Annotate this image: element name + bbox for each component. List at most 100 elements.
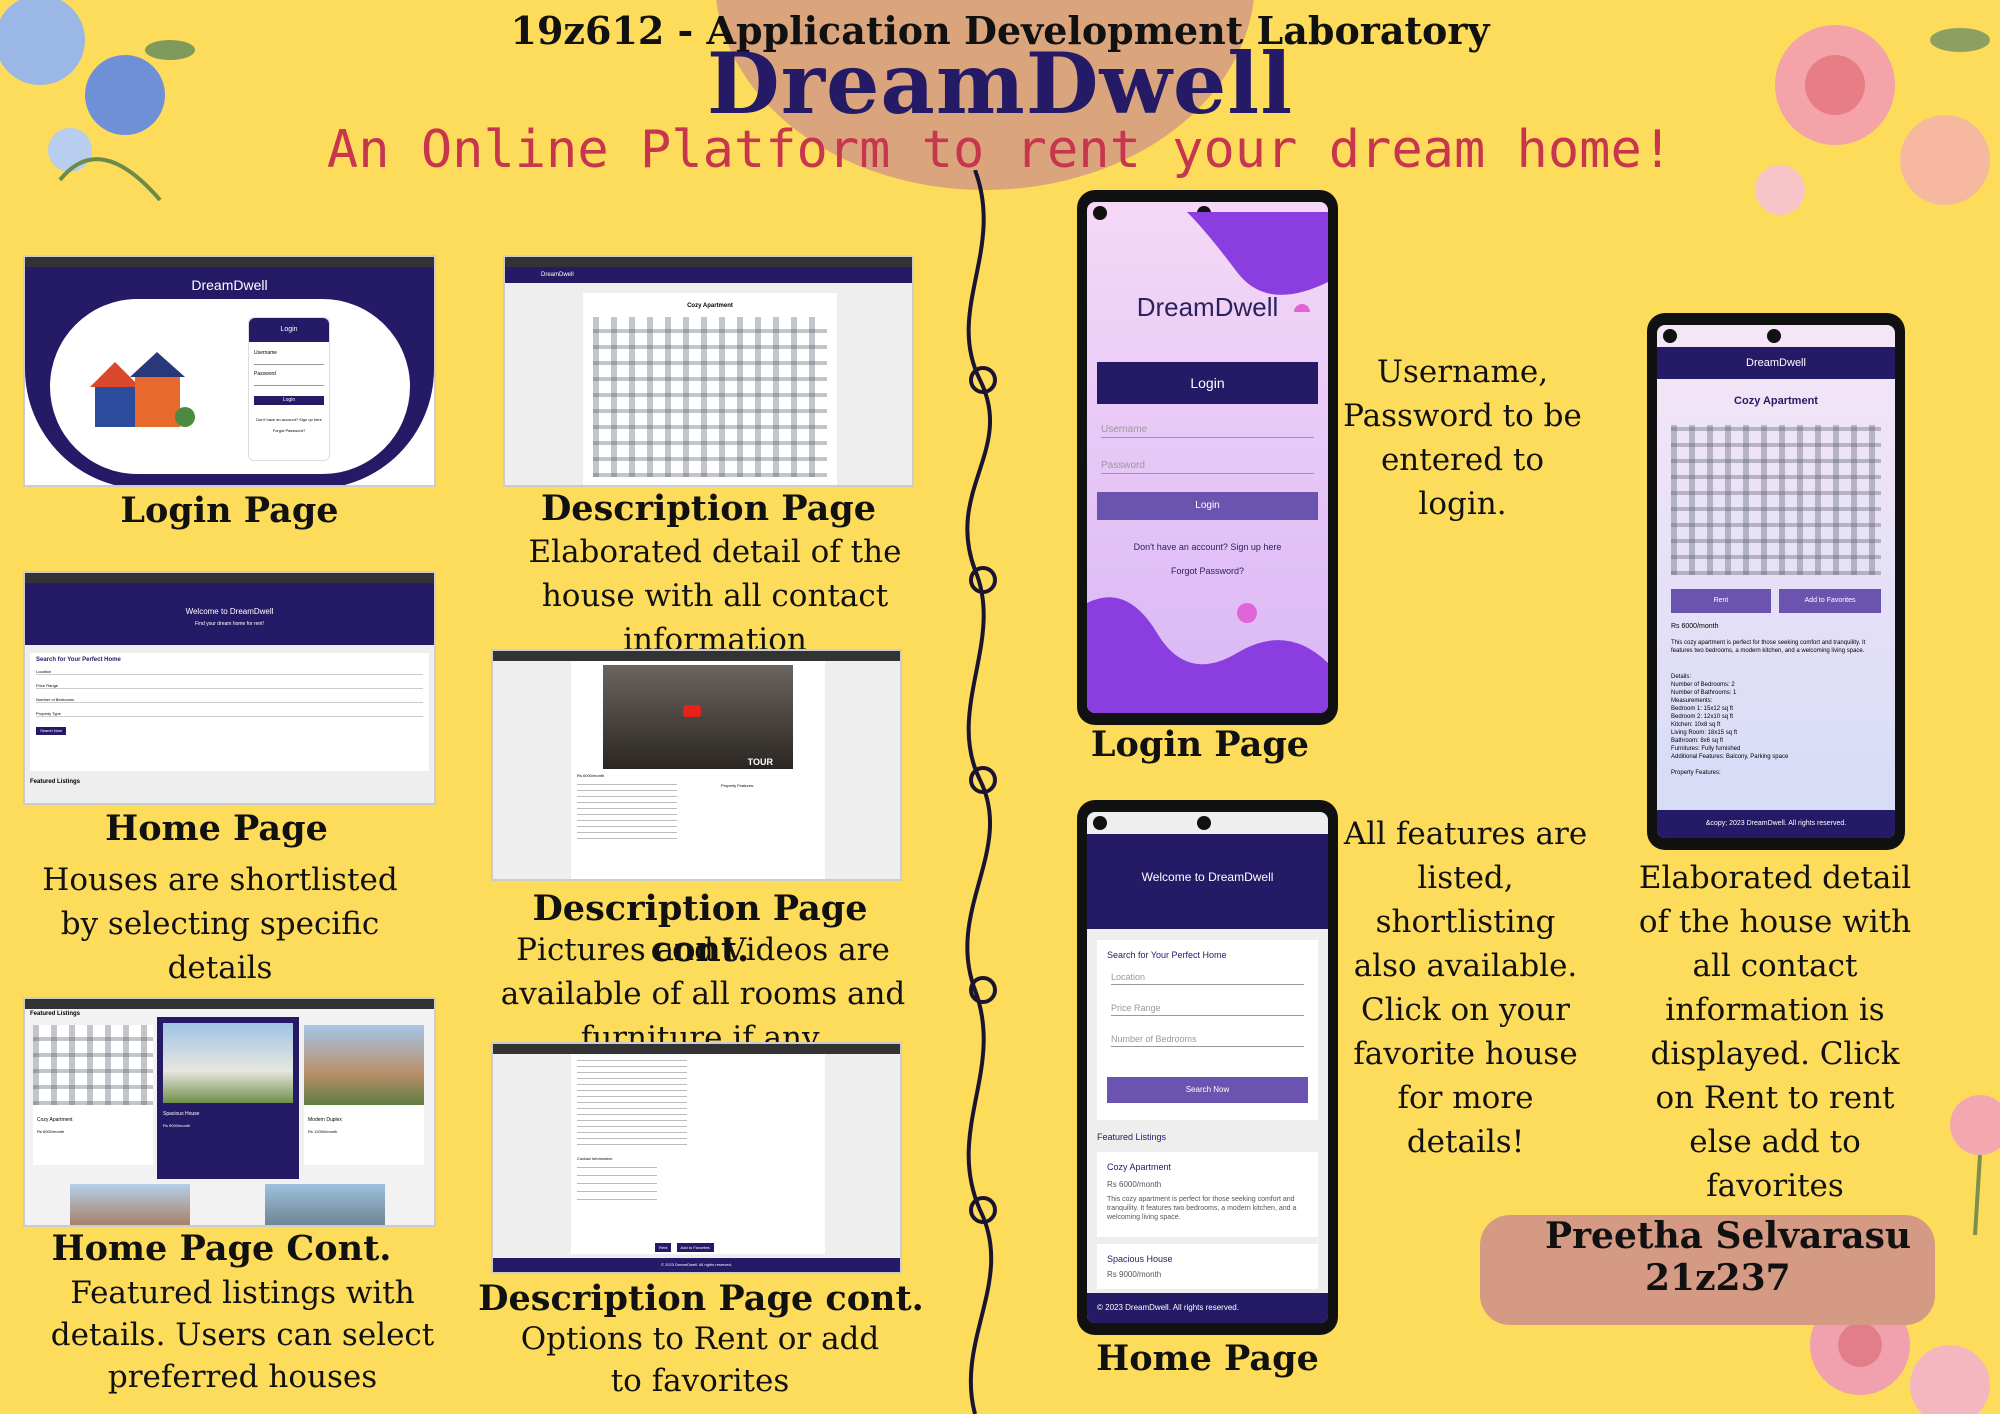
listing-image [33,1025,153,1105]
decor-waves-bottom [1087,597,1328,713]
web-listing-title-3[interactable]: Modern Duplex [308,1117,420,1123]
listing-image [265,1184,385,1225]
web-login-forgot[interactable]: Forgot Password? [249,428,329,433]
detail-line: Furnitures: Fully furnished [1671,746,1741,752]
desc-home-page-cont: Featured listings with details. Users ca… [50,1275,435,1395]
mobile-home-item-1[interactable]: Cozy Apartment Rs 6000/month This cozy a… [1097,1152,1318,1237]
web-home-field-bedrooms[interactable]: Number of Bedrooms [36,697,423,703]
mobile-login-forgot[interactable]: Forgot Password? [1087,566,1328,576]
mobile-desc-price: Rs 6000/month [1671,623,1719,630]
mobile-desc-title: Cozy Apartment [1734,395,1818,407]
mobile-home-item2-title[interactable]: Spacious House [1107,1254,1308,1264]
author-roll: 21z237 [1645,1257,1791,1299]
mobile-desc-rent[interactable]: Rent [1671,589,1771,613]
mobile-home-item1-title[interactable]: Cozy Apartment [1107,1162,1308,1172]
vine-divider [955,169,1025,1414]
mobile-login-button[interactable]: Login [1097,492,1318,520]
web-desc3-contact-title: Contact Information: [577,1156,614,1161]
mobile-desc-image [1671,425,1881,575]
web-desc3-fav-button[interactable]: Add to Favorites [676,1243,714,1252]
listing-image [304,1025,424,1105]
house-illustration [90,352,195,427]
mobile-home-item1-text: This cozy apartment is perfect for those… [1107,1196,1297,1221]
web-listing-title-2[interactable]: Spacious House [163,1111,293,1117]
mobile-login-app-title: DreamDwell [1136,292,1279,322]
web-login-screenshot: DreamDwell Login Username Password Login… [23,255,436,487]
web-home-search-title: Search for Your Perfect Home [36,657,121,663]
detail-line: Bathroom: 8x6 sq ft [1671,738,1724,744]
web-login-username-input[interactable] [254,356,324,365]
web-listing-price-2: Rs 9000/month [163,1123,191,1128]
caption-mobile-home: Home Page [1096,1338,1319,1379]
mobile-desc-phone: DreamDwell Cozy Apartment Rent Add to Fa… [1647,313,1905,850]
mobile-home-phone: Welcome to DreamDwell Search for Your Pe… [1077,800,1338,1335]
camera-icon [1093,816,1107,830]
web-login-button[interactable]: Login [254,396,324,405]
mobile-home-welcome: Welcome to DreamDwell [1141,870,1274,884]
web-listings-screenshot: Featured Listings Cozy Apartment Rs 6000… [23,997,436,1227]
detail-line: Bedroom 1: 15x12 sq ft [1671,706,1734,712]
apartment-image [593,317,827,477]
detail-line: Measurements: [1671,698,1713,704]
web-login-password-input[interactable] [254,377,324,386]
mobile-login-signup[interactable]: Don't have an account? Sign up here [1087,542,1328,552]
mobile-desc-details: Details: Number of Bedrooms: 2 Number of… [1671,673,1881,777]
camera-icon [1767,329,1781,343]
web-desc3-footer: © 2023 DreamDwell. All rights reserved. [493,1258,900,1272]
text-lines [577,784,677,844]
browser-bar [493,651,900,661]
camera-icon [1197,816,1211,830]
caption-mobile-login: Login Page [1090,724,1310,765]
note-mobile-login: Username, Password to be entered to logi… [1343,354,1582,522]
mobile-home-search-title: Search for Your Perfect Home [1107,950,1227,960]
text-lines [577,1167,657,1207]
brand-title: DreamDwell [706,34,1294,133]
mobile-login-password[interactable]: Password [1101,460,1314,474]
play-icon[interactable] [683,705,701,717]
author-name: Preetha Selvarasu [1545,1215,1912,1257]
web-home-field-type[interactable]: Property Type [36,711,423,717]
mobile-home-price[interactable]: Price Range [1111,1003,1304,1016]
mobile-home-featured: Featured Listings [1097,1132,1167,1142]
mobile-desc-text: This cozy apartment is perfect for those… [1671,640,1866,654]
detail-line: Bedroom 2: 12x10 sq ft [1671,714,1734,720]
detail-line: Living Room: 18x15 sq ft [1671,730,1738,736]
browser-bar [493,1044,900,1054]
web-home-sub: Find your dream home for rent! [195,621,264,627]
web-home-field-price[interactable]: Price Range [36,683,423,689]
mobile-home-bedrooms[interactable]: Number of Bedrooms [1111,1034,1304,1047]
mobile-home-item-2[interactable]: Spacious House Rs 9000/month [1097,1244,1318,1289]
caption-home-page-cont: Home Page Cont. [51,1228,392,1269]
web-video-price: Rs 6000/month [577,773,605,778]
mobile-desc-fav[interactable]: Add to Favorites [1779,589,1881,613]
listing-image [163,1023,293,1103]
web-desc3-screenshot: Contact Information: Rent Add to Favorit… [491,1042,902,1274]
web-login-signup[interactable]: Don't have an account? Sign up here [249,417,329,422]
video-player[interactable]: TOUR [603,665,793,769]
web-listing-title-1[interactable]: Cozy Apartment [37,1117,149,1123]
caption-login-page: Login Page [120,490,339,531]
note-mobile-home: All features are listed, shortlisting al… [1343,816,1588,1160]
browser-bar [25,257,434,267]
web-home-field-location[interactable]: Location [36,669,423,675]
detail-line: Details: [1671,674,1692,680]
browser-bar [25,573,434,583]
web-desc3-rent-button[interactable]: Rent [655,1243,672,1252]
web-listing-price-1: Rs 6000/month [37,1129,65,1134]
desc-home-page: Houses are shortlisted by selecting spec… [42,862,398,986]
mobile-login-username[interactable]: Username [1101,424,1314,438]
web-video-features-title: Property Features: [721,783,755,788]
browser-bar [25,999,434,1009]
detail-line: Number of Bathrooms: 1 [1671,690,1737,696]
mobile-home-button[interactable]: Search Now [1107,1077,1308,1103]
camera-icon [1663,329,1677,343]
caption-description-page-cont-2: Description Page cont. [478,1278,924,1319]
mobile-home-location[interactable]: Location [1111,972,1304,985]
web-home-search-button[interactable]: Search Now [36,727,66,735]
web-home-featured: Featured Listings [30,779,81,785]
web-listing-price-3: Rs 12000/month [308,1129,338,1134]
web-home-welcome: Welcome to DreamDwell [185,607,274,616]
detail-line: Kitchen: 10x8 sq ft [1671,722,1721,728]
web-desc-card-title: Cozy Apartment [687,303,733,309]
desc-description-page-cont-1: Pictures and Videos are available of all… [500,932,906,1056]
